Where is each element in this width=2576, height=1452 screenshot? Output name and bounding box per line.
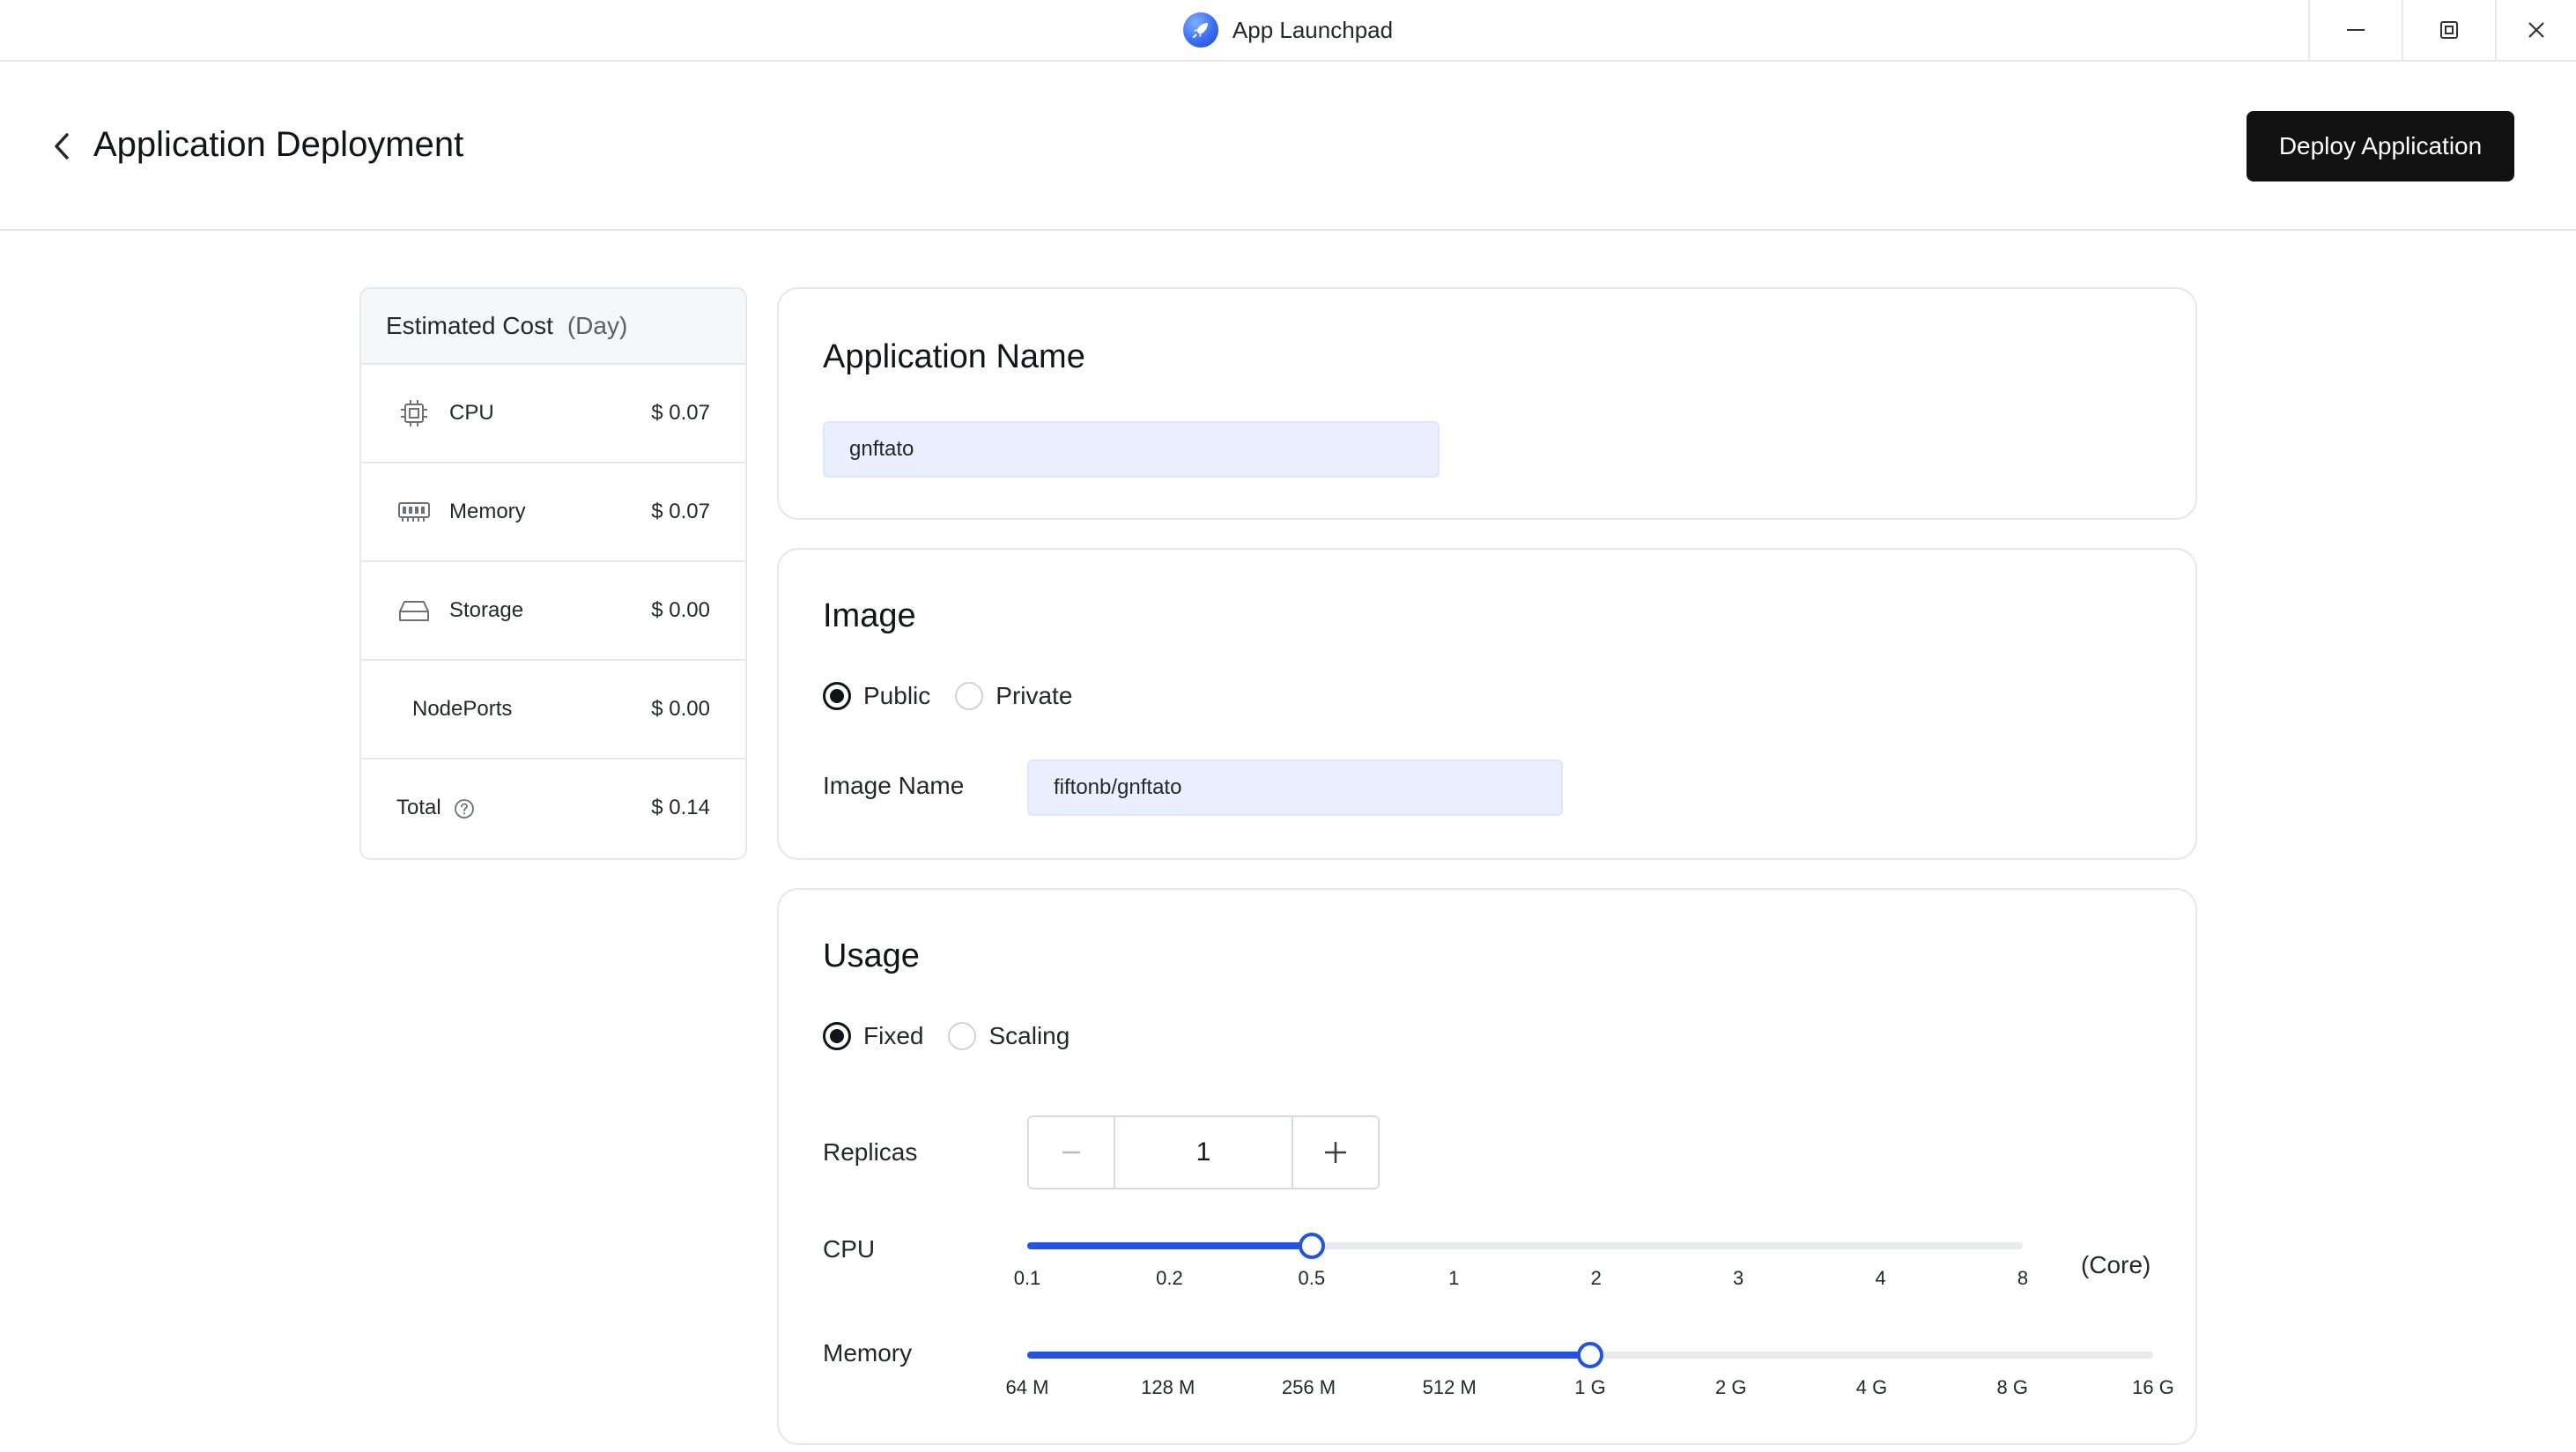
cost-label-memory: Memory (449, 500, 526, 523)
page-title: Application Deployment (93, 125, 464, 164)
cost-row-storage: Storage $ 0.00 (361, 562, 745, 661)
close-icon (2528, 22, 2544, 38)
help-icon[interactable] (454, 798, 475, 819)
image-name-label: Image Name (823, 772, 965, 799)
usage-title: Usage (823, 937, 920, 974)
close-button[interactable] (2495, 0, 2576, 60)
replicas-stepper: 1 (1027, 1115, 1380, 1189)
memory-slider[interactable]: 64 M 128 M 256 M 512 M 1 G 2 G 4 G 8 G 16 G (1006, 1342, 2174, 1404)
cpu-tick-label: 1 (1448, 1267, 1460, 1289)
radio-public[interactable] (823, 682, 851, 710)
application-name-input[interactable]: gnftato (823, 421, 1440, 478)
cpu-tick-label: 0.2 (1156, 1267, 1183, 1289)
image-public-label: Public (863, 682, 931, 709)
image-private-label: Private (996, 682, 1073, 709)
application-name-title: Application Name (823, 338, 1085, 375)
cpu-slider[interactable]: 0.1 0.2 0.5 1 2 3 4 8 (1014, 1233, 2028, 1295)
application-name-card: Application Name gnftato (777, 287, 2197, 520)
rocket-icon (1182, 12, 1218, 48)
image-visibility-radio-group: Public Private (823, 682, 1097, 710)
cost-row-total: Total $ 0.14 (361, 759, 745, 856)
replicas-increment-button[interactable] (1293, 1117, 1378, 1188)
cpu-chip-icon (396, 396, 432, 431)
cost-total-label-group: Total (396, 796, 651, 820)
usage-scaling-option[interactable]: Scaling (948, 1022, 1070, 1050)
storage-drive-icon (396, 593, 432, 628)
usage-fixed-option[interactable]: Fixed (823, 1022, 923, 1050)
cpu-tick-label: 4 (1875, 1267, 1886, 1289)
app-title-group: App Launchpad (0, 0, 2576, 60)
memory-tick-label: 1 G (1574, 1376, 1606, 1398)
restore-icon (2440, 21, 2458, 39)
memory-tick-label: 2 G (1715, 1376, 1747, 1398)
cost-row-nodeports: NodePorts $ 0.00 (361, 661, 745, 759)
cost-value-total: $ 0.14 (651, 796, 710, 819)
radio-scaling[interactable] (948, 1022, 977, 1050)
maximize-button[interactable] (2402, 0, 2495, 60)
memory-tick-label: 512 M (1422, 1376, 1477, 1398)
cpu-label: CPU (823, 1235, 876, 1263)
memory-tick-label: 16 G (2132, 1376, 2174, 1398)
cost-value-memory: $ 0.07 (651, 500, 710, 523)
memory-tick-label: 4 G (1855, 1376, 1888, 1398)
cost-value-nodeports: $ 0.00 (651, 697, 710, 721)
cpu-tick-label: 2 (1590, 1267, 1602, 1289)
memory-slider-fill (1027, 1352, 1590, 1359)
image-name-input[interactable]: fiftonb/gnftato (1027, 759, 1563, 816)
usage-card: Usage Fixed Scaling Replicas 1 CPU 0.1 0.… (777, 888, 2197, 1445)
window-titlebar: App Launchpad (0, 0, 2576, 62)
memory-tick-label: 128 M (1141, 1376, 1195, 1398)
back-button[interactable] (49, 130, 74, 162)
usage-fixed-label: Fixed (863, 1022, 924, 1049)
cpu-slider-thumb[interactable] (1298, 1233, 1325, 1259)
cpu-tick-label: 8 (2017, 1267, 2029, 1289)
image-public-option[interactable]: Public (823, 682, 930, 710)
replicas-decrement-button[interactable] (1029, 1117, 1114, 1188)
cost-label-nodeports: NodePorts (412, 697, 513, 721)
replicas-count[interactable]: 1 (1114, 1117, 1293, 1188)
memory-module-icon (396, 494, 432, 530)
estimated-cost-panel: Estimated Cost (Day) CPU $ 0.07 Memory $… (359, 287, 747, 860)
cpu-tick-label: 3 (1733, 1267, 1744, 1289)
cpu-unit-label: (Core) (2081, 1251, 2151, 1278)
cost-panel-header: Estimated Cost (Day) (361, 289, 745, 365)
minimize-icon (2347, 29, 2365, 31)
cost-label-storage: Storage (449, 598, 524, 622)
replicas-label: Replicas (823, 1138, 918, 1166)
cost-label-cpu: CPU (449, 401, 494, 425)
plus-icon (1325, 1142, 1346, 1163)
usage-scaling-label: Scaling (988, 1022, 1070, 1049)
chevron-left-icon (55, 133, 69, 159)
page-header: Application Deployment Deploy Applicatio… (0, 62, 2576, 231)
memory-slider-thumb[interactable] (1577, 1342, 1603, 1368)
minimize-button[interactable] (2308, 0, 2402, 60)
usage-mode-radio-group: Fixed Scaling (823, 1022, 1094, 1050)
cost-row-memory: Memory $ 0.07 (361, 463, 745, 562)
cpu-slider-fill (1027, 1242, 1312, 1249)
image-title: Image (823, 597, 916, 634)
cost-row-cpu: CPU $ 0.07 (361, 365, 745, 463)
memory-label: Memory (823, 1339, 913, 1367)
minus-icon (1062, 1151, 1080, 1154)
cost-label-total: Total (396, 796, 441, 819)
cost-value-cpu: $ 0.07 (651, 401, 710, 425)
deploy-application-button[interactable]: Deploy Application (2247, 111, 2514, 182)
cost-value-storage: $ 0.00 (651, 598, 710, 622)
image-private-option[interactable]: Private (955, 682, 1072, 710)
cost-panel-title: Estimated Cost (386, 312, 553, 339)
image-card: Image Public Private Image Name fiftonb/… (777, 548, 2197, 860)
memory-tick-label: 256 M (1281, 1376, 1336, 1398)
app-title: App Launchpad (1232, 16, 1394, 43)
cpu-tick-label: 0.5 (1298, 1267, 1326, 1289)
memory-tick-label: 8 G (1996, 1376, 2028, 1398)
cost-panel-unit: (Day) (566, 312, 628, 339)
memory-tick-label: 64 M (1005, 1376, 1049, 1398)
cpu-tick-label: 0.1 (1013, 1267, 1041, 1289)
radio-fixed[interactable] (823, 1022, 851, 1050)
radio-private[interactable] (955, 682, 984, 710)
